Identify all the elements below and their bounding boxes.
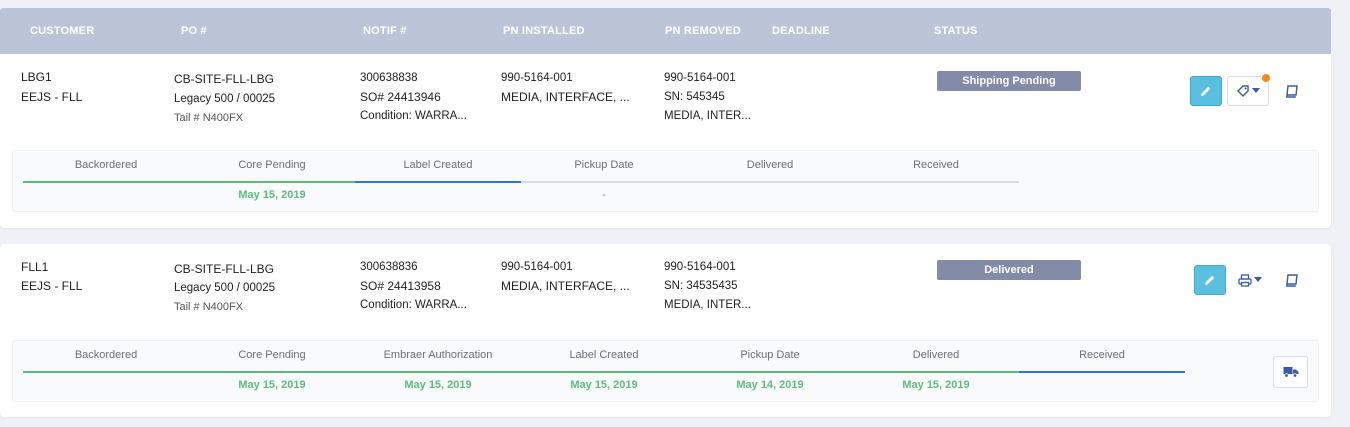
tag-icon [1237, 85, 1249, 97]
step-bar [521, 181, 687, 183]
step-date: May 15, 2019 [404, 379, 472, 391]
step-bar [23, 181, 189, 183]
column-header-notif[interactable]: NOTIF # [363, 25, 407, 37]
condition: Condition: WARRA... [360, 299, 467, 311]
printer-icon [1238, 273, 1252, 287]
po-number[interactable]: CB-SITE-FLL-LBG [174, 70, 274, 89]
edit-button[interactable] [1190, 76, 1222, 106]
step-label: Delivered [912, 349, 960, 361]
pn-installed-number: 990-5164-001 [501, 72, 573, 84]
notification-dot [1261, 73, 1271, 83]
customer-site: EEJS - FLL [21, 90, 83, 104]
shipping-details-button[interactable] [1273, 356, 1308, 388]
pencil-icon [1201, 86, 1211, 96]
manual-button[interactable] [1283, 83, 1299, 99]
pn-installed-number: 990-5164-001 [501, 261, 573, 273]
step-date: May 15, 2019 [238, 189, 306, 201]
manual-button[interactable] [1283, 272, 1299, 288]
step-bar [687, 371, 853, 373]
po-aircraft: Legacy 500 / 00025 [174, 282, 276, 294]
pn-removed-number: 990-5164-001 [664, 72, 736, 84]
pencil-icon [1205, 275, 1215, 285]
notif-number: 300638838 [360, 72, 418, 84]
column-header-deadline[interactable]: DEADLINE [772, 25, 830, 37]
truck-icon [1283, 367, 1298, 378]
pn-removed-serial: SN: 545345 [664, 91, 725, 103]
step-date: May 15, 2019 [570, 379, 638, 391]
so-number: SO# 24413946 [360, 90, 441, 104]
step-label: Pickup Date [574, 159, 634, 171]
step-label: Backordered [74, 349, 138, 361]
notif-number: 300638836 [360, 261, 418, 273]
step-label: Embraer Authorization [383, 349, 493, 361]
po-aircraft: Legacy 500 / 00025 [174, 93, 276, 105]
step-bar [189, 181, 355, 183]
column-header-pn-removed[interactable]: PN REMOVED [665, 25, 741, 37]
status-badge: Shipping Pending [937, 71, 1081, 91]
step-bar [355, 181, 521, 183]
step-date: - [602, 189, 606, 201]
column-header-po[interactable]: PO # [181, 25, 207, 37]
table-header: CUSTOMER PO # NOTIF # PN INSTALLED PN RE… [0, 8, 1331, 54]
step-bar [355, 371, 521, 373]
pn-removed-number: 990-5164-001 [664, 261, 736, 273]
step-bar [23, 371, 189, 373]
po-tail: Tail # N400FX [174, 301, 244, 313]
step-date: May 15, 2019 [238, 379, 306, 391]
print-dropdown-button[interactable] [1230, 265, 1270, 295]
step-bar [853, 371, 1019, 373]
po-tail: Tail # N400FX [174, 112, 244, 124]
progress-tracker: Backordered Core Pending May 15, 2019 La… [12, 150, 1319, 212]
step-label: Received [913, 159, 959, 171]
order-row: LBG1 EEJS - FLL CB-SITE-FLL-LBG Legacy 5… [0, 54, 1331, 228]
book-icon [1285, 273, 1298, 287]
column-header-pn-installed[interactable]: PN INSTALLED [503, 25, 585, 37]
pn-removed-desc: MEDIA, INTER... [664, 299, 751, 311]
pn-removed-serial: SN: 34535435 [664, 280, 738, 292]
pn-installed-desc: MEDIA, INTERFACE, ... [501, 90, 630, 104]
edit-button[interactable] [1194, 265, 1226, 295]
condition: Condition: WARRA... [360, 110, 467, 122]
step-label: Core Pending [238, 349, 306, 361]
so-number: SO# 24413958 [360, 279, 441, 293]
step-date: May 15, 2019 [902, 379, 970, 391]
step-label: Pickup Date [740, 349, 800, 361]
pn-installed-desc: MEDIA, INTERFACE, ... [501, 279, 630, 293]
progress-tracker: Backordered Core Pending May 15, 2019 Em… [12, 340, 1319, 402]
step-bar [189, 371, 355, 373]
status-badge: Delivered [937, 260, 1081, 280]
step-label: Label Created [569, 349, 639, 361]
book-icon [1285, 84, 1298, 98]
order-row: FLL1 EEJS - FLL CB-SITE-FLL-LBG Legacy 5… [0, 244, 1331, 417]
customer-site: EEJS - FLL [21, 279, 83, 293]
step-date: May 14, 2019 [736, 379, 804, 391]
step-label: Backordered [74, 159, 138, 171]
step-label: Delivered [746, 159, 794, 171]
step-bar [687, 181, 853, 183]
customer-code: FLL1 [21, 260, 49, 274]
step-label: Label Created [403, 159, 473, 171]
step-bar [1019, 371, 1185, 373]
step-bar [521, 371, 687, 373]
step-label: Received [1079, 349, 1125, 361]
column-header-customer[interactable]: CUSTOMER [30, 25, 94, 37]
caret-down-icon [1254, 277, 1262, 282]
column-header-status[interactable]: STATUS [934, 25, 978, 37]
caret-down-icon [1252, 88, 1260, 93]
po-number[interactable]: CB-SITE-FLL-LBG [174, 260, 274, 279]
step-bar [853, 181, 1019, 183]
step-label: Core Pending [238, 159, 306, 171]
customer-code: LBG1 [21, 70, 52, 84]
pn-removed-desc: MEDIA, INTER... [664, 110, 751, 122]
